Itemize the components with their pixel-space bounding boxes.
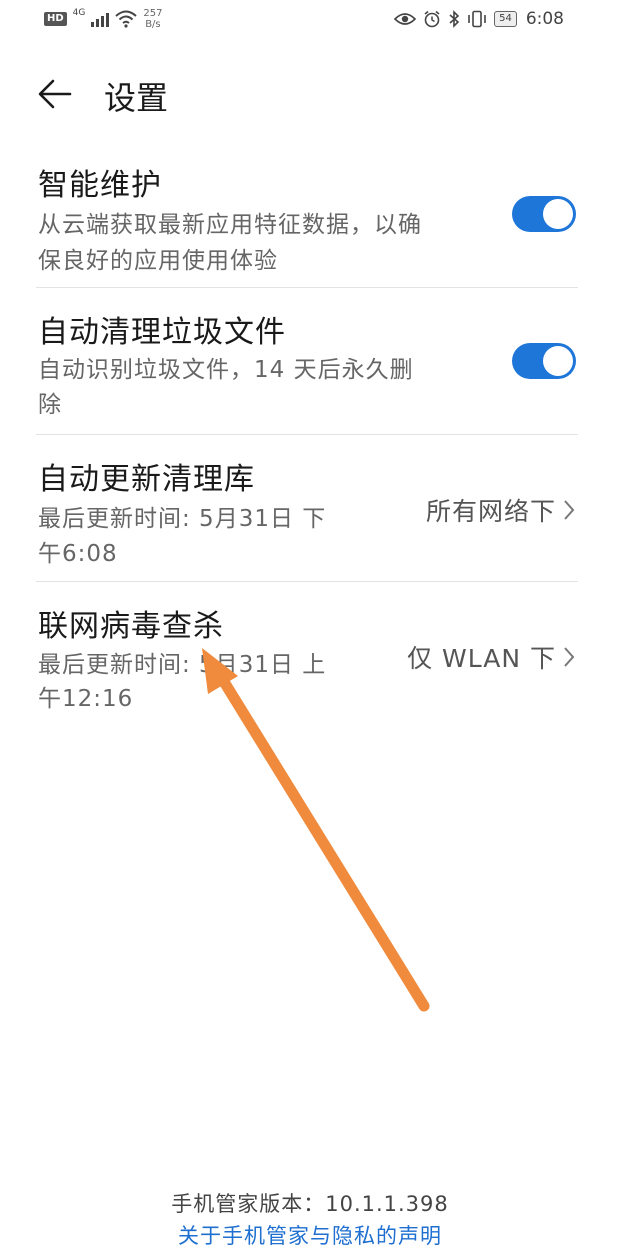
arrow-left-icon	[38, 79, 72, 109]
eye-icon	[394, 13, 417, 25]
page-title: 设置	[104, 79, 169, 117]
net-speed-value: 257	[143, 8, 163, 19]
setting-title: 自动清理垃圾文件	[38, 315, 286, 350]
status-bar: HD 4G 257 B/s 54 6:08	[0, 0, 620, 44]
net-speed: 257 B/s	[143, 8, 162, 30]
setting-online-virus-scan[interactable]: 联网病毒查杀 最后更新时间: 5月31日 上 午12:16 仅 WLAN 下	[0, 591, 620, 729]
setting-desc-line1: 自动识别垃圾文件，14 天后永久删	[38, 357, 414, 383]
network-type: 4G	[72, 8, 86, 18]
toggle-knob	[543, 346, 573, 376]
setting-title: 自动更新清理库	[38, 462, 255, 497]
app-version: 手机管家版本：10.1.1.398	[171, 1192, 449, 1216]
bluetooth-icon	[449, 10, 460, 28]
setting-auto-update-clean-library[interactable]: 自动更新清理库 最后更新时间: 5月31日 下 午6:08 所有网络下	[0, 444, 620, 582]
setting-auto-clean-junk[interactable]: 自动清理垃圾文件 自动识别垃圾文件，14 天后永久删 除	[0, 297, 620, 435]
setting-desc-line2: 午6:08	[38, 541, 118, 567]
setting-desc-line2: 除	[38, 392, 62, 418]
status-bar-left: HD 4G 257 B/s	[44, 8, 162, 30]
setting-value[interactable]: 所有网络下	[426, 492, 576, 528]
privacy-statement-link[interactable]: 关于手机管家与隐私的声明	[0, 1220, 620, 1250]
auto-clean-junk-toggle[interactable]	[512, 343, 576, 379]
divider	[36, 287, 578, 288]
status-time: 6:08	[525, 9, 564, 29]
divider	[36, 581, 578, 582]
smart-maintenance-toggle[interactable]	[512, 196, 576, 232]
setting-desc-line2: 午12:16	[38, 686, 134, 712]
alarm-clock-icon	[424, 10, 440, 28]
setting-title: 智能维护	[38, 168, 162, 203]
battery-indicator: 54	[494, 11, 517, 27]
setting-value-label: 所有网络下	[425, 497, 556, 526]
setting-value[interactable]: 仅 WLAN 下	[407, 639, 576, 675]
toggle-knob	[543, 199, 573, 229]
cell-signal-icon	[91, 11, 110, 27]
setting-desc-line1: 最后更新时间: 5月31日 上	[38, 652, 327, 678]
chevron-right-icon	[564, 647, 575, 667]
vibrate-icon	[468, 10, 486, 28]
net-speed-unit: B/s	[145, 19, 161, 30]
hd-badge: HD	[44, 12, 67, 26]
status-bar-right: 54 6:08	[394, 9, 564, 29]
setting-title: 联网病毒查杀	[38, 609, 224, 644]
setting-value-label: 仅 WLAN 下	[407, 644, 556, 673]
header: 设置	[0, 70, 620, 120]
setting-desc-line1: 从云端获取最新应用特征数据，以确	[38, 212, 422, 238]
wifi-icon	[115, 10, 138, 28]
setting-smart-maintenance[interactable]: 智能维护 从云端获取最新应用特征数据，以确 保良好的应用使用体验	[0, 150, 620, 288]
back-button[interactable]	[36, 76, 76, 112]
setting-desc-line2: 保良好的应用使用体验	[38, 248, 278, 274]
divider	[36, 434, 578, 435]
setting-desc-line1: 最后更新时间: 5月31日 下	[38, 506, 327, 532]
chevron-right-icon	[564, 500, 575, 520]
